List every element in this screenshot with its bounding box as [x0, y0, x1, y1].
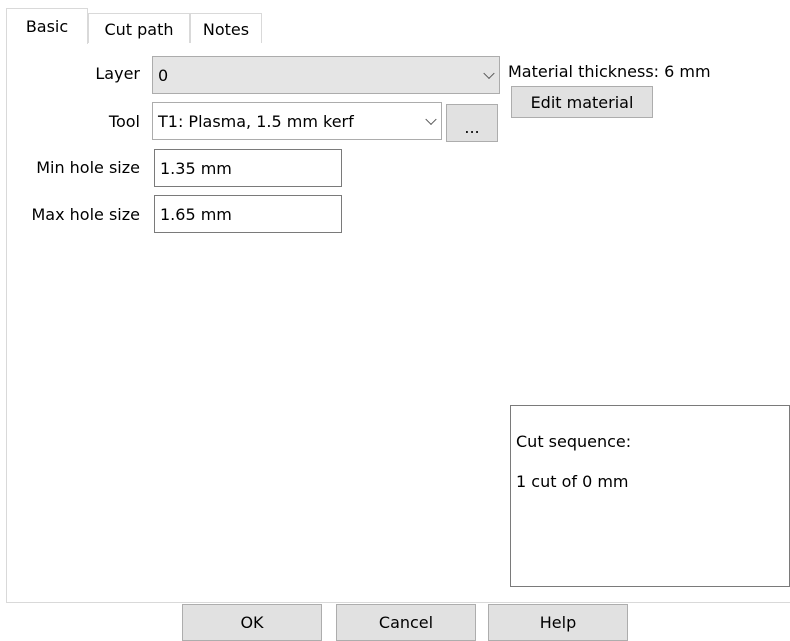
cancel-button[interactable]: Cancel [336, 604, 476, 641]
tab-basic-label: Basic [25, 17, 69, 36]
ok-button[interactable]: OK [182, 604, 322, 641]
max-hole-size-label: Max hole size [31, 205, 141, 224]
max-hole-size-field[interactable]: 1.65 mm [154, 195, 342, 233]
material-thickness-text: Material thickness: 6 mm [508, 62, 711, 81]
help-button[interactable]: Help [488, 604, 628, 641]
ellipsis-icon: ... [464, 118, 480, 137]
min-hole-size-value: 1.35 mm [160, 158, 232, 178]
max-hole-size-value: 1.65 mm [160, 204, 232, 224]
layer-label: Layer [95, 64, 140, 83]
cut-sequence-title: Cut sequence: [516, 432, 632, 451]
tool-label: Tool [108, 112, 140, 131]
tab-notes[interactable]: Notes [190, 13, 262, 44]
edit-material-button[interactable]: Edit material [511, 86, 653, 118]
cut-sequence-line: 1 cut of 0 mm [516, 472, 629, 491]
tab-cut-path[interactable]: Cut path [88, 13, 190, 44]
tab-cut-path-label: Cut path [104, 19, 174, 39]
tab-basic[interactable]: Basic [6, 8, 88, 44]
min-hole-size-field[interactable]: 1.35 mm [154, 149, 342, 187]
edit-material-label: Edit material [530, 92, 634, 112]
layer-select-value: 0 [158, 65, 169, 85]
cancel-label: Cancel [378, 613, 434, 632]
tool-select[interactable]: T1: Plasma, 1.5 mm kerf [152, 102, 442, 140]
tool-more-button[interactable]: ... [446, 104, 498, 142]
layer-select[interactable]: 0 [152, 56, 500, 94]
help-label: Help [539, 613, 577, 632]
cut-sequence-box: Cut sequence: 1 cut of 0 mm [510, 405, 790, 587]
min-hole-size-label: Min hole size [36, 158, 140, 177]
chevron-down-icon [483, 67, 495, 80]
chevron-down-icon [425, 113, 437, 126]
tool-select-value: T1: Plasma, 1.5 mm kerf [158, 111, 354, 131]
tab-notes-label: Notes [202, 19, 250, 39]
ok-label: OK [240, 613, 264, 632]
